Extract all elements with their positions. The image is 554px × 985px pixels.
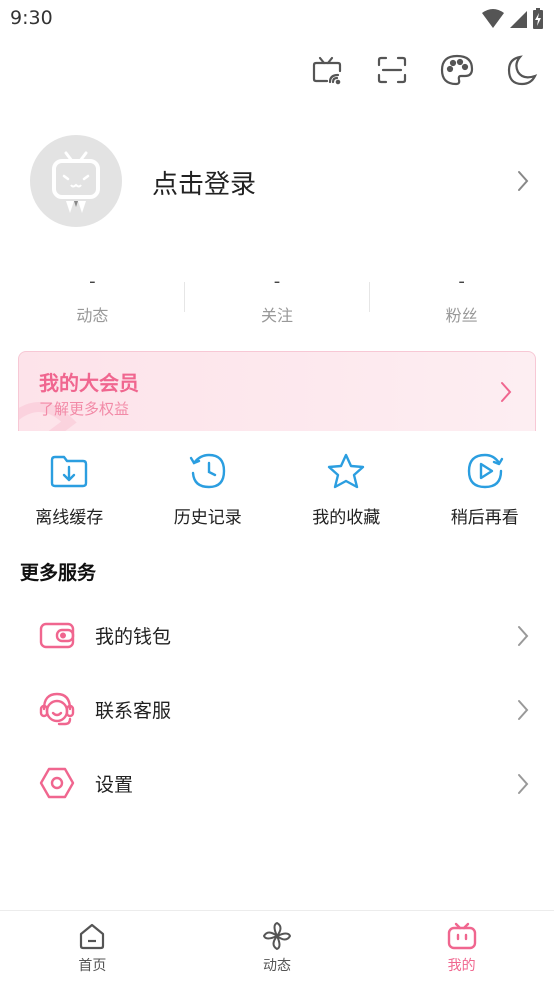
login-prompt[interactable]: 点击登录	[152, 164, 256, 201]
customer-service-item[interactable]: 联系客服	[0, 672, 554, 746]
settings-icon	[39, 767, 75, 799]
history-button[interactable]: 历史记录	[139, 451, 278, 528]
battery-icon	[533, 8, 543, 29]
wallet-icon	[39, 622, 75, 649]
vip-banner[interactable]: 我的大会员 了解更多权益	[18, 351, 536, 441]
status-icons	[482, 8, 544, 30]
chevron-right-icon	[501, 382, 512, 402]
service-list: 我的钱包 联系客服 设置	[0, 598, 554, 820]
service-label: 我的钱包	[95, 626, 172, 648]
stat-followers[interactable]: - 粉丝	[369, 272, 554, 332]
section-title: 更多服务	[20, 562, 97, 584]
services-panel: 离线缓存 历史记录 我的收藏 稍后再看 更多服务 我的钱包 联系客服 设置	[0, 431, 554, 911]
status-bar: 9:30	[0, 0, 554, 38]
service-label: 设置	[95, 774, 134, 796]
signal-icon	[510, 11, 527, 28]
nav-mine[interactable]: 我的	[369, 911, 554, 985]
offline-cache-button[interactable]: 离线缓存	[0, 451, 139, 528]
download-folder-icon	[51, 455, 88, 488]
theme-button[interactable]	[439, 52, 475, 88]
nav-dynamics[interactable]: 动态	[185, 911, 370, 985]
status-time: 9:30	[10, 7, 53, 29]
chevron-right-icon	[518, 171, 529, 191]
chevron-right-icon	[518, 700, 529, 720]
chevron-right-icon	[518, 626, 529, 646]
stat-value: -	[458, 271, 465, 292]
stat-value: -	[89, 271, 96, 292]
home-icon	[80, 923, 105, 950]
stat-value: -	[273, 271, 281, 292]
quick-label: 离线缓存	[35, 508, 104, 528]
stat-following[interactable]: - 关注	[185, 272, 370, 332]
watch-later-button[interactable]: 稍后再看	[416, 451, 554, 528]
quick-label: 我的收藏	[312, 508, 381, 528]
stat-dynamics[interactable]: - 动态	[0, 272, 185, 332]
palette-icon	[440, 54, 474, 86]
favorites-button[interactable]: 我的收藏	[277, 451, 416, 528]
scan-icon	[377, 56, 407, 84]
star-icon	[328, 453, 365, 489]
vip-title: 我的大会员	[39, 371, 139, 395]
watch-later-icon	[467, 453, 503, 489]
nav-label: 首页	[78, 958, 107, 974]
bottom-nav: 首页 动态 我的	[0, 910, 554, 985]
avatar[interactable]	[30, 135, 122, 227]
service-label: 联系客服	[95, 700, 172, 722]
vip-subtitle: 了解更多权益	[39, 400, 130, 418]
tv-cast-icon	[312, 56, 342, 85]
quick-label: 历史记录	[173, 508, 242, 528]
stat-label: 关注	[261, 306, 294, 325]
scan-button[interactable]	[374, 52, 410, 88]
headset-icon	[39, 692, 75, 726]
wallet-item[interactable]: 我的钱包	[0, 598, 554, 672]
stats-row: - 动态 - 关注 - 粉丝	[0, 272, 554, 332]
nav-label: 动态	[263, 958, 291, 974]
profile-login-row[interactable]: 点击登录	[30, 135, 540, 229]
stat-label: 动态	[76, 306, 109, 325]
settings-item[interactable]: 设置	[0, 746, 554, 820]
stat-label: 粉丝	[445, 306, 478, 325]
pinwheel-icon	[263, 922, 291, 950]
quick-label: 稍后再看	[450, 508, 519, 528]
nav-label: 我的	[447, 958, 476, 974]
history-clock-icon	[189, 453, 225, 489]
top-actions	[309, 52, 540, 88]
moon-icon	[507, 55, 538, 86]
chevron-right-icon	[518, 774, 529, 794]
default-avatar-tv-icon	[52, 151, 100, 213]
nav-home[interactable]: 首页	[0, 911, 185, 985]
tv-cast-button[interactable]	[309, 52, 345, 88]
wifi-icon	[482, 9, 504, 28]
tv-mine-icon	[447, 922, 476, 950]
night-mode-button[interactable]	[504, 52, 540, 88]
quick-actions: 离线缓存 历史记录 我的收藏 稍后再看	[0, 451, 554, 528]
